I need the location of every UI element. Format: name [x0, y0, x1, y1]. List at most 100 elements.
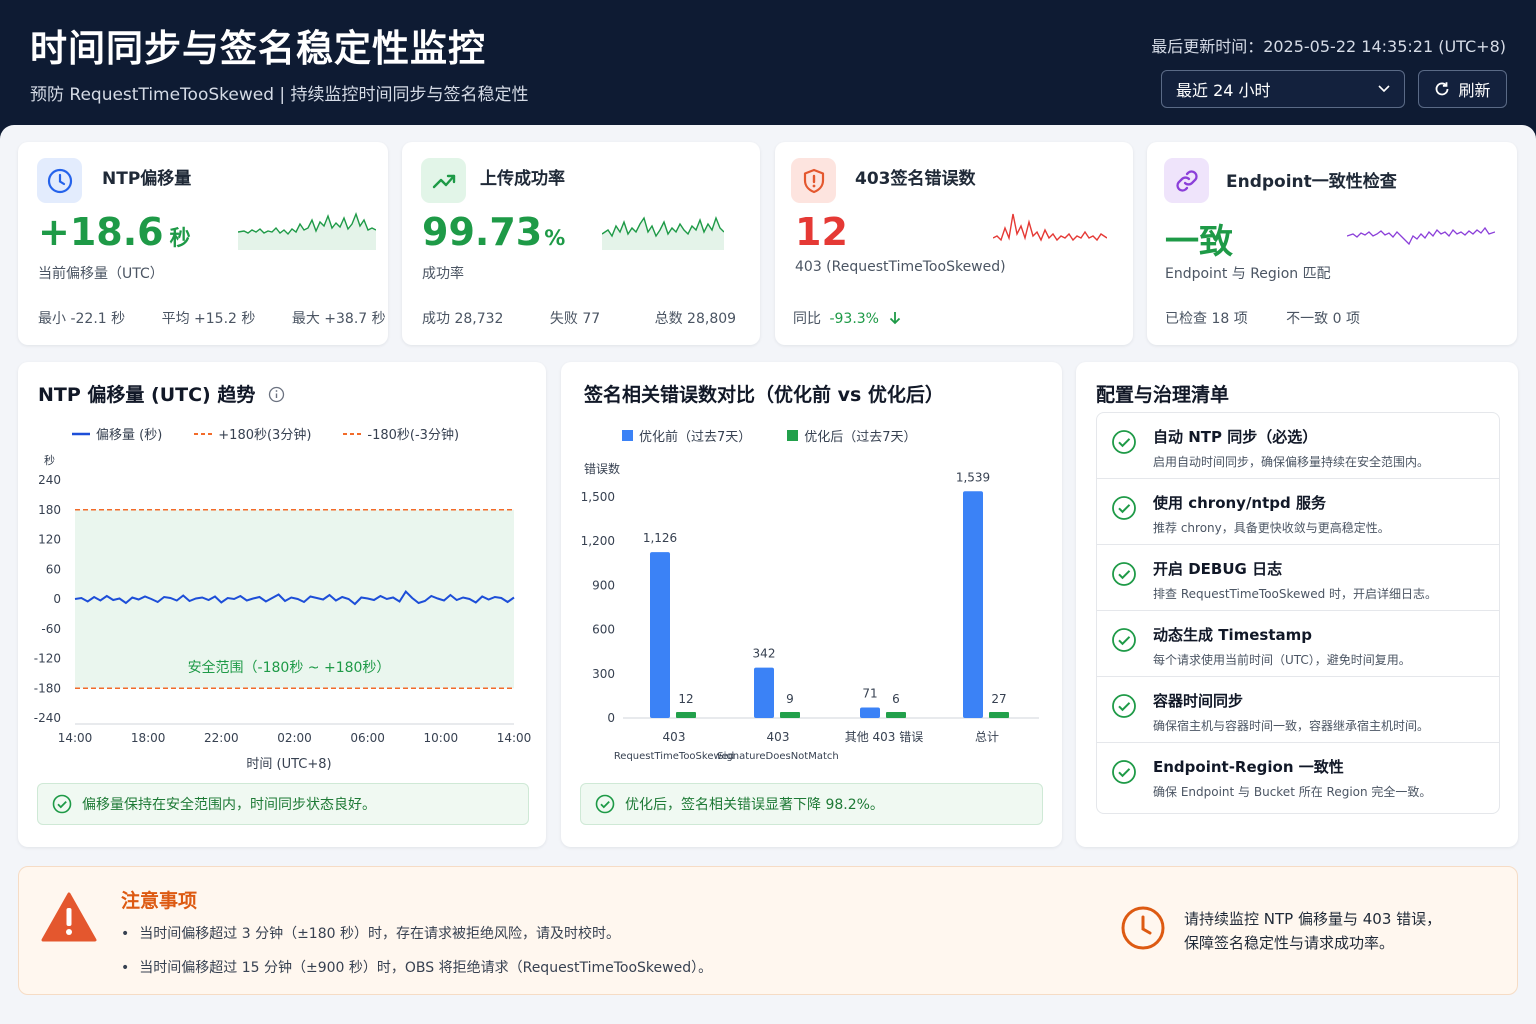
x-category-line: 总计 — [975, 730, 999, 744]
kpi-title: 上传成功率 — [480, 169, 565, 189]
notice-reminder: 请持续监控 NTP 偏移量与 403 错误， 保障签名稳定性与请求成功率。 — [1184, 910, 1442, 952]
header: 时间同步与签名稳定性监控 预防 RequestTimeTooSkewed | 持… — [0, 0, 1536, 140]
y-tick-label: -60 — [41, 622, 61, 636]
x-category-label: 总计 — [975, 730, 999, 744]
y-axis-unit: 秒 — [44, 453, 55, 467]
shield-alert-icon — [791, 158, 836, 203]
legend-item: 偏移量 (秒) — [72, 428, 163, 443]
x-tick-label: 18:00 — [131, 731, 166, 745]
kpi-foot: 已检查 18 项 不一致 0 项 — [1165, 311, 1360, 327]
notice-title: 注意事项 — [121, 890, 198, 912]
y-tick-label: 1,500 — [581, 490, 615, 504]
sparkline — [993, 213, 1107, 242]
clock-icon — [1121, 906, 1165, 950]
y-tick-label: 0 — [607, 711, 615, 725]
page-title: 时间同步与签名稳定性监控 — [30, 27, 486, 70]
checklist-item: 开启 DEBUG 日志 排查 RequestTimeTooSkewed 时，开启… — [1097, 545, 1499, 611]
kpi-upload-success: 上传成功率 99.73% 成功率 成功 28,732 失败 77 总数 28,8… — [402, 142, 760, 345]
kpi-label: 当前偏移量（UTC） — [38, 266, 164, 282]
bar-before-label: 1,539 — [956, 470, 990, 484]
x-axis-title: 时间 (UTC+8) — [246, 757, 331, 772]
chart-legend: 偏移量 (秒) +180秒(3分钟) -180秒(-3分钟) — [72, 424, 459, 443]
x-category-line: SignatureDoesNotMatch — [717, 751, 838, 762]
sparkline — [1347, 226, 1495, 246]
bar-after-label: 6 — [892, 692, 900, 706]
x-tick-label: 14:00 — [497, 731, 532, 745]
error-status-box: 优化后，签名相关错误显著下降 98.2%。 — [580, 783, 1043, 825]
x-category-line: RequestTimeTooSkewed — [614, 751, 734, 762]
bar-after — [886, 712, 906, 718]
refresh-button[interactable]: 刷新 — [1418, 70, 1507, 108]
sparkline — [602, 215, 724, 250]
kpi-label: 成功率 — [422, 266, 464, 282]
warning-icon — [41, 892, 97, 942]
notice-item: 当时间偏移超过 3 分钟（±180 秒）时，存在请求被拒绝风险，请及时校时。 — [121, 923, 712, 943]
x-category-line: 403 — [767, 730, 790, 744]
kpi-403-errors: 403签名错误数 12 403 (RequestTimeTooSkewed) 同… — [775, 142, 1133, 345]
kpi-value: +18.6 秒 — [38, 210, 191, 254]
bar-after — [780, 712, 800, 718]
checklist-panel: 配置与治理清单 自动 NTP 同步（必选） 启用自动时间同步，确保偏移量持续在安… — [1076, 362, 1518, 847]
notice-list: 当时间偏移超过 3 分钟（±180 秒）时，存在请求被拒绝风险，请及时校时。 当… — [121, 923, 712, 991]
legend-item: 优化前（过去7天） — [622, 426, 751, 445]
panel-title: 签名相关错误数对比（优化前 vs 优化后） — [584, 384, 944, 406]
x-tick-label: 02:00 — [277, 731, 312, 745]
y-tick-label: 60 — [46, 562, 61, 576]
refresh-icon — [1436, 82, 1449, 96]
error-compare-panel: 签名相关错误数对比（优化前 vs 优化后） 优化前（过去7天） 优化后（过去7天… — [561, 362, 1062, 847]
legend-item: -180秒(-3分钟) — [343, 428, 460, 443]
refresh-label: 刷新 — [1458, 81, 1491, 100]
y-tick-label: -120 — [34, 652, 61, 666]
check-circle-icon — [1112, 430, 1136, 454]
bar-before-label: 1,126 — [643, 531, 677, 545]
legend-item: 优化后（过去7天） — [787, 426, 917, 445]
bar-after — [676, 712, 696, 718]
bar-before — [754, 667, 774, 718]
check-circle-icon — [1112, 496, 1136, 520]
check-circle-icon — [1112, 694, 1136, 718]
check-circle-icon — [1112, 628, 1136, 652]
clock-icon — [37, 158, 82, 203]
chevron-down-icon — [1378, 85, 1390, 93]
kpi-foot: 成功 28,732 失败 77 总数 28,809 — [422, 311, 737, 327]
bar-after-label: 12 — [678, 692, 693, 706]
check-circle-icon — [595, 794, 615, 814]
safe-range-label: 安全范围（-180秒 ~ +180秒） — [188, 659, 391, 676]
y-tick-label: 900 — [592, 578, 615, 592]
time-range-select[interactable]: 最近 24 小时 — [1161, 70, 1405, 108]
kpi-value: 99.73% — [422, 210, 566, 254]
x-category-line: 其他 403 错误 — [845, 730, 924, 744]
notice-panel: 注意事项 当时间偏移超过 3 分钟（±180 秒）时，存在请求被拒绝风险，请及时… — [18, 866, 1518, 995]
x-tick-label: 14:00 — [58, 731, 93, 745]
kpi-foot: 最小 -22.1 秒 平均 +15.2 秒 最大 +38.7 秒 — [38, 311, 386, 327]
error-bar-chart: 错误数 1,500 1,200 900 600 300 0 1,126 12 403 Request… — [581, 461, 1039, 762]
bar-before-label: 71 — [862, 687, 877, 701]
ntp-trend-chart: 秒 240 180 120 60 0 -60 -120 -180 -240 安全范围（-180秒 ~… — [34, 453, 532, 772]
kpi-title: Endpoint一致性检查 — [1226, 172, 1397, 192]
kpi-foot: 同比 -93.3% — [793, 308, 901, 328]
arrow-down-icon — [890, 312, 901, 325]
kpi-ntp-offset: NTP偏移量 +18.6 秒 当前偏移量（UTC） 最小 -22.1 秒 平均 +… — [18, 142, 388, 345]
x-tick-label: 10:00 — [424, 731, 459, 745]
info-icon[interactable] — [268, 386, 285, 403]
x-tick-label: 22:00 — [204, 731, 239, 745]
checklist-item: 容器时间同步 确保宿主机与容器时间一致，容器继承宿主机时间。 — [1097, 677, 1499, 743]
y-axis-title: 错误数 — [584, 461, 620, 476]
last-updated: 最后更新时间：2025-05-22 14:35:21 (UTC+8) — [1151, 37, 1506, 56]
kpi-label: Endpoint 与 Region 匹配 — [1165, 266, 1331, 282]
kpi-label: 403 (RequestTimeTooSkewed) — [795, 259, 1006, 275]
kpi-value: 一致 — [1165, 222, 1233, 262]
check-circle-icon — [1112, 562, 1136, 586]
y-tick-label: -240 — [34, 711, 61, 725]
y-tick-label: 1,200 — [581, 534, 615, 548]
checklist-item: 动态生成 Timestamp 每个请求使用当前时间（UTC），避免时间复用。 — [1097, 611, 1499, 677]
y-tick-label: 180 — [38, 503, 61, 517]
page-subtitle: 预防 RequestTimeTooSkewed | 持续监控时间同步与签名稳定性 — [30, 85, 529, 105]
trending-up-icon — [421, 158, 466, 203]
bar-after — [989, 712, 1009, 718]
sparkline — [238, 211, 376, 250]
x-tick-label: 06:00 — [350, 731, 385, 745]
bar-before — [650, 552, 670, 718]
chart-legend: 优化前（过去7天） 优化后（过去7天） — [622, 426, 917, 445]
kpi-value: 12 — [795, 210, 848, 254]
